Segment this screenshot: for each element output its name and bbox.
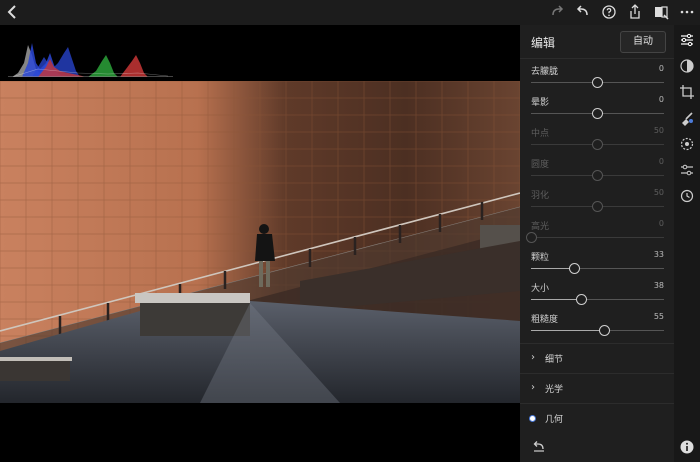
slider-label: 去朦胧 <box>531 67 559 77</box>
slider-label: 高光 <box>531 222 550 232</box>
slider-thumb[interactable] <box>576 294 588 305</box>
panel-header: 编辑 自动 <box>520 25 674 59</box>
panel-title: 编辑 <box>531 36 556 50</box>
brush-icon[interactable] <box>679 110 695 126</box>
slider-value: 0 <box>658 95 664 104</box>
info-icon[interactable] <box>679 439 695 455</box>
slider-label: 大小 <box>531 284 550 294</box>
slider-row[interactable]: 颗粒 33 <box>520 250 674 280</box>
back-icon[interactable] <box>4 3 22 21</box>
slider-thumb[interactable] <box>525 232 537 243</box>
slider-fill <box>531 299 582 300</box>
selective-icon[interactable] <box>679 136 695 152</box>
slider-label: 圆度 <box>531 160 550 170</box>
slider-label: 颗粒 <box>531 253 550 263</box>
slider-value: 38 <box>653 281 664 290</box>
edit-panel: 编辑 自动 去朦胧 0 晕影 0 中点 50 圆度 0 羽化 50 高光 0 颗粒 33 大小 38 粗糙度 55… <box>520 25 674 462</box>
slider-fill <box>531 268 575 269</box>
history-icon[interactable] <box>679 188 695 204</box>
tool-strip <box>674 25 700 462</box>
slider-value: 50 <box>653 126 664 135</box>
slider-label: 羽化 <box>531 191 550 201</box>
crop-icon[interactable] <box>679 84 695 100</box>
slider-value: 50 <box>653 188 664 197</box>
slider-thumb[interactable] <box>569 263 581 274</box>
slider-row[interactable]: 粗糙度 55 <box>520 312 674 342</box>
chevron-right-icon: › <box>531 382 535 393</box>
slider-row[interactable]: 去朦胧 0 <box>520 64 674 94</box>
radio-selected-icon <box>529 415 536 422</box>
presets-icon[interactable] <box>679 162 695 178</box>
chevron-right-icon: › <box>531 352 535 363</box>
photo-canvas[interactable] <box>0 25 520 462</box>
share-icon[interactable] <box>626 3 644 21</box>
slider-value: 0 <box>658 64 664 73</box>
sliders-icon[interactable] <box>679 32 695 48</box>
slider-track[interactable] <box>531 237 664 238</box>
section-label: 几何 <box>545 415 564 425</box>
slider-value: 0 <box>658 219 664 228</box>
slider-thumb[interactable] <box>592 139 603 150</box>
slider-thumb[interactable] <box>592 170 603 181</box>
slider-thumb[interactable] <box>592 77 603 88</box>
redo-icon[interactable] <box>548 3 566 21</box>
photo-image <box>0 81 520 403</box>
slider-value: 55 <box>653 312 664 321</box>
section-label: 细节 <box>545 355 564 365</box>
section-label: 光学 <box>545 385 564 395</box>
slider-value: 0 <box>658 157 664 166</box>
slider-row[interactable]: 圆度 0 <box>520 157 674 187</box>
section-detail[interactable]: › 细节 <box>520 343 674 373</box>
compare-icon[interactable] <box>652 3 670 21</box>
undo-icon[interactable] <box>574 3 592 21</box>
slider-label: 粗糙度 <box>531 315 559 325</box>
slider-fill <box>531 330 605 331</box>
help-icon[interactable] <box>600 3 618 21</box>
slider-row[interactable]: 中点 50 <box>520 126 674 156</box>
top-bar <box>0 0 700 25</box>
section-geometry[interactable]: 几何 <box>520 403 674 433</box>
reset-icon[interactable] <box>532 439 546 456</box>
auto-button[interactable]: 自动 <box>620 31 666 53</box>
slider-thumb[interactable] <box>598 325 610 336</box>
section-optics[interactable]: › 光学 <box>520 373 674 403</box>
slider-thumb[interactable] <box>592 201 603 212</box>
color-icon[interactable] <box>679 58 695 74</box>
more-icon[interactable] <box>678 3 696 21</box>
slider-value: 33 <box>653 250 664 259</box>
slider-row[interactable]: 大小 38 <box>520 281 674 311</box>
slider-row[interactable]: 高光 0 <box>520 219 674 249</box>
histogram <box>8 43 173 77</box>
slider-label: 晕影 <box>531 98 550 108</box>
slider-row[interactable]: 晕影 0 <box>520 95 674 125</box>
slider-label: 中点 <box>531 129 550 139</box>
slider-row[interactable]: 羽化 50 <box>520 188 674 218</box>
slider-thumb[interactable] <box>592 108 603 119</box>
